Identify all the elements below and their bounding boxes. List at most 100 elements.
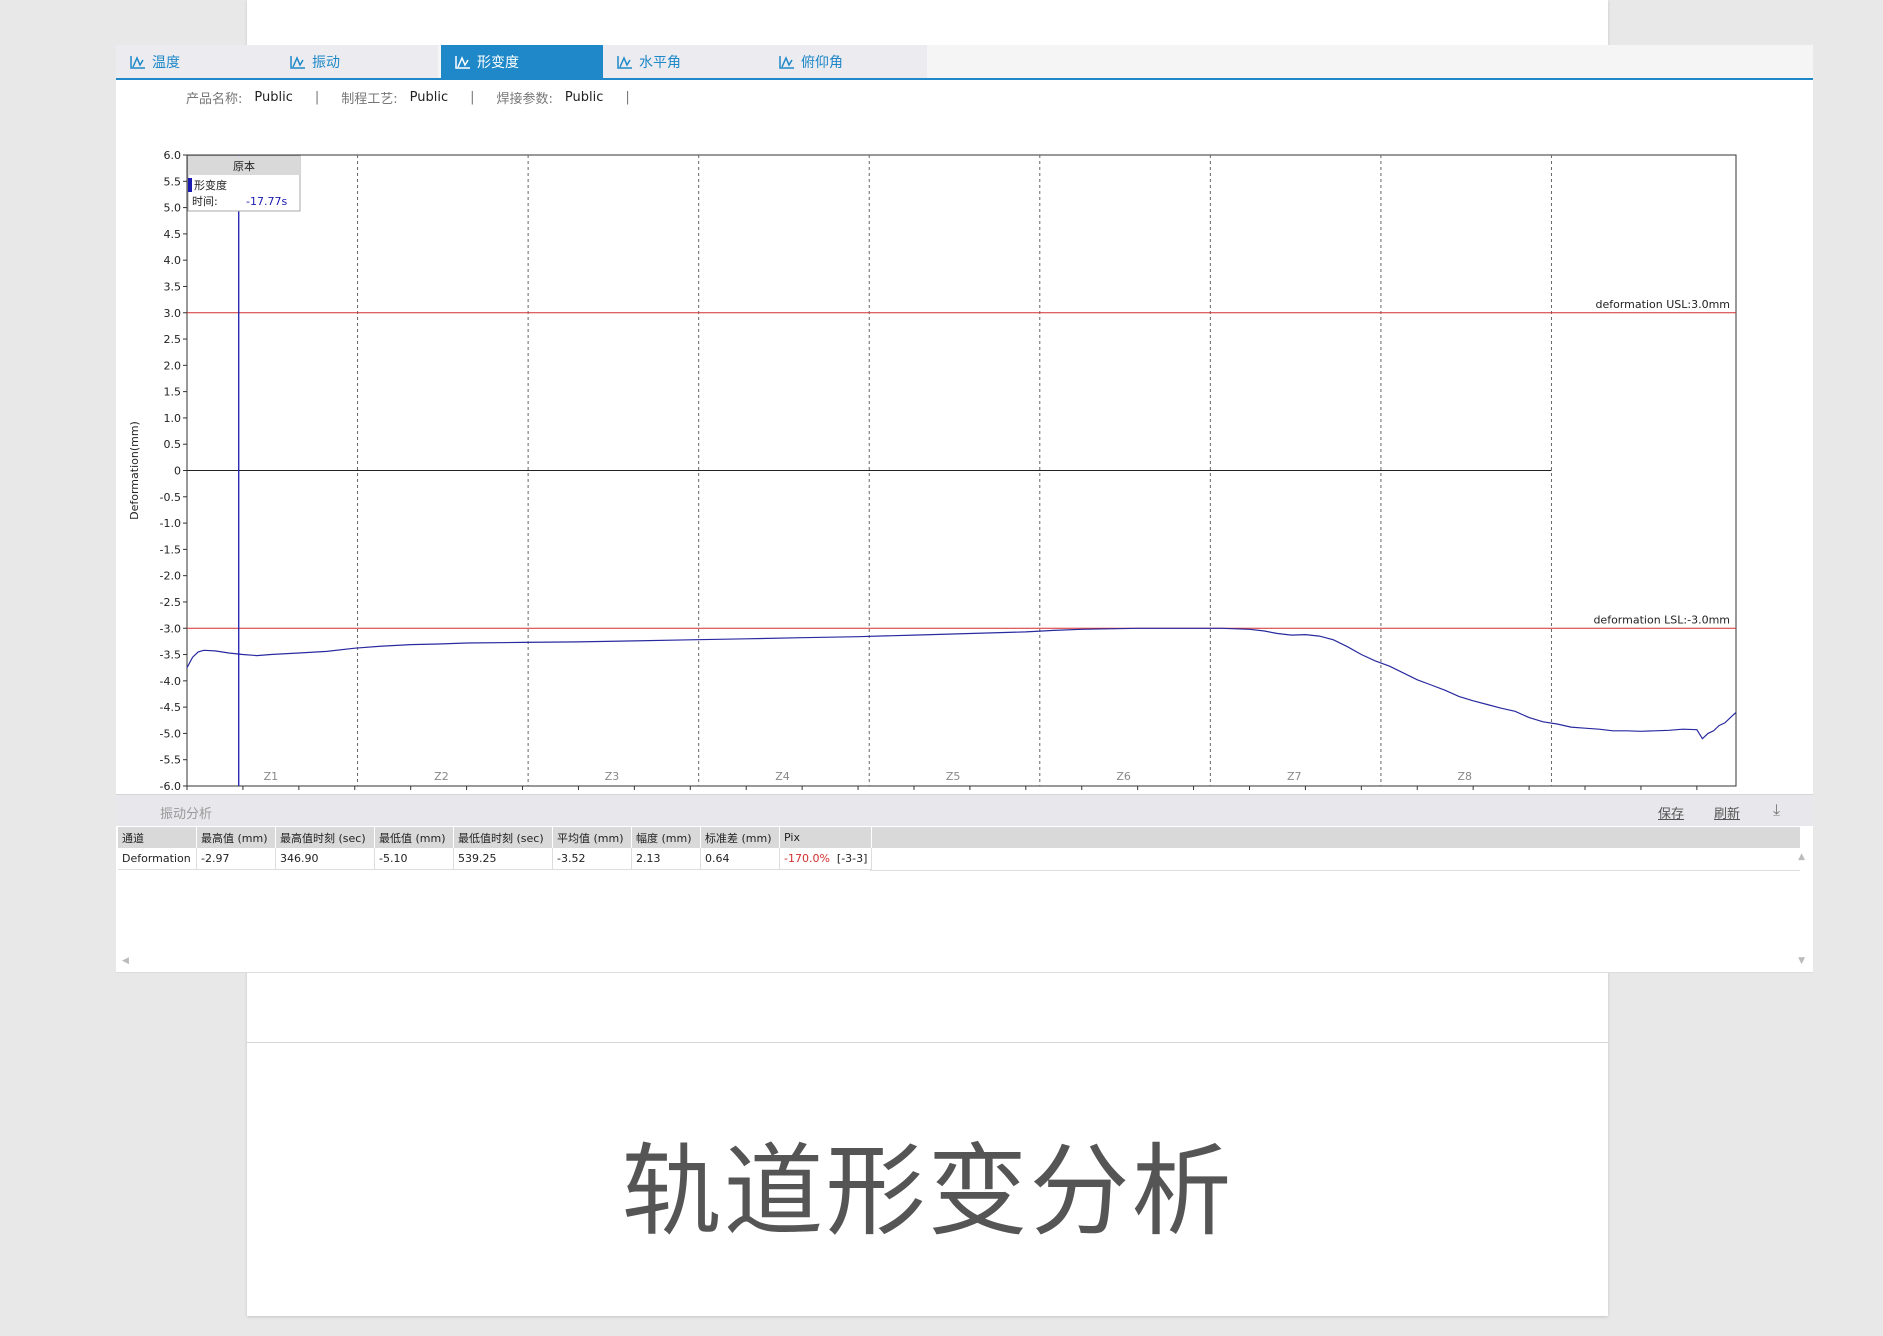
y-tick-label: 0.5 <box>164 438 182 451</box>
refresh-button[interactable]: 刷新 <box>1714 803 1740 822</box>
y-tick-label: 3.0 <box>164 307 182 320</box>
deformation-app-window: 温度 振动 形变度 水平角 俯仰角 产品名称: Public | 制程工艺: P… <box>116 45 1813 973</box>
weld-param-label: 焊接参数: <box>496 91 553 107</box>
y-tick-label: -4.0 <box>160 675 181 688</box>
y-tick-label: 1.0 <box>164 412 182 425</box>
tab-vibration[interactable]: 振动 <box>276 45 438 78</box>
column-header[interactable]: 最低值 (mm) <box>374 827 454 848</box>
zone-label: Z3 <box>605 770 620 783</box>
cell-amp: 2.13 <box>631 848 701 870</box>
product-info-bar: 产品名称: Public | 制程工艺: Public | 焊接参数: Publ… <box>186 87 652 107</box>
y-tick-label: -5.0 <box>160 727 181 740</box>
zone-label: Z2 <box>434 770 449 783</box>
product-name-label: 产品名称: <box>186 91 243 107</box>
zone-label: Z6 <box>1116 770 1131 783</box>
pix-percent: -170.0% <box>784 852 830 865</box>
zone-label: Z4 <box>775 770 790 783</box>
y-tick-label: 1.5 <box>164 386 182 399</box>
weld-param-value: Public <box>564 89 604 105</box>
y-tick-label: -5.5 <box>160 754 181 767</box>
trend-chart-icon <box>617 55 632 69</box>
tab-pitch-angle[interactable]: 俯仰角 <box>765 45 927 78</box>
zone-label: Z8 <box>1458 770 1473 783</box>
cell-pix: -170.0% [-3-3] <box>779 848 873 870</box>
zone-label: Z7 <box>1287 770 1302 783</box>
column-header[interactable]: 标准差 (mm) <box>700 827 780 848</box>
info-separator: | <box>625 89 630 105</box>
column-header[interactable]: 通道 <box>118 827 197 848</box>
y-tick-label: 0 <box>174 465 181 478</box>
scroll-down-icon[interactable]: ▼ <box>1798 956 1805 966</box>
y-tick-label: 6.0 <box>164 149 182 162</box>
scroll-left-icon[interactable]: ◀ <box>122 956 129 966</box>
tab-label: 俯仰角 <box>801 54 843 71</box>
y-tick-label: 3.5 <box>164 280 182 293</box>
tab-deformation[interactable]: 形变度 <box>441 45 603 78</box>
y-tick-label: 4.5 <box>164 228 182 241</box>
tab-label: 形变度 <box>477 54 519 71</box>
deformation-chart[interactable]: Z1 Z2 Z3 Z4 Z5 Z6 Z7 Z8 deformation USL:3.0mm def… <box>116 110 1813 819</box>
tab-label: 温度 <box>152 54 180 71</box>
y-tick-label: 2.0 <box>164 359 182 372</box>
trend-chart-icon <box>455 55 470 69</box>
limit-label: deformation LSL:-3.0mm <box>1593 613 1730 626</box>
page-divider <box>247 1042 1608 1043</box>
legend-header: 原本 <box>233 159 255 173</box>
y-tick-label: 5.0 <box>164 202 182 215</box>
y-tick-label: -3.5 <box>160 649 181 662</box>
column-header[interactable]: 最低值时刻 (sec) <box>453 827 553 848</box>
header-filler <box>870 827 1800 848</box>
y-tick-label: 5.5 <box>164 175 182 188</box>
stats-table: 通道 最高值 (mm) 最高值时刻 (sec) 最低值 (mm) 最低值时刻 (… <box>118 827 873 870</box>
save-button[interactable]: 保存 <box>1658 803 1684 822</box>
pin-down-icon[interactable]: ⤓ <box>1773 800 1780 820</box>
cell-avg: -3.52 <box>552 848 632 870</box>
y-tick-label: -6.0 <box>160 780 181 793</box>
column-header[interactable]: 平均值 (mm) <box>552 827 632 848</box>
limit-label: deformation USL:3.0mm <box>1596 298 1731 311</box>
legend-series-name: 形变度 <box>194 178 227 192</box>
pix-range: [-3-3] <box>836 852 868 865</box>
column-header[interactable]: Pix <box>779 827 873 848</box>
cell-max: -2.97 <box>196 848 276 870</box>
trend-chart-icon <box>290 55 305 69</box>
y-axis-label: Deformation(mm) <box>128 421 141 520</box>
y-tick-label: -4.5 <box>160 701 181 714</box>
trend-chart-icon <box>779 55 794 69</box>
cell-channel: Deformation <box>118 848 197 870</box>
cell-min: -5.10 <box>374 848 454 870</box>
column-header[interactable]: 幅度 (mm) <box>631 827 701 848</box>
cell-min-time: 539.25 <box>453 848 553 870</box>
zone-label: Z5 <box>946 770 961 783</box>
process-label: 制程工艺: <box>341 91 398 107</box>
page-caption: 轨道形变分析 <box>621 1133 1234 1250</box>
legend-time-label: 时间: <box>192 195 218 208</box>
cell-std: 0.64 <box>700 848 780 870</box>
process-value: Public <box>409 89 449 105</box>
info-separator: | <box>470 89 475 105</box>
legend-color-swatch <box>188 178 192 192</box>
product-name-value: Public <box>254 89 293 105</box>
stats-grid: 通道 最高值 (mm) 最高值时刻 (sec) 最低值 (mm) 最低值时刻 (… <box>116 826 1813 973</box>
chart-svg: Z1 Z2 Z3 Z4 Z5 Z6 Z7 Z8 deformation USL:3.0mm def… <box>128 149 1737 819</box>
tab-label: 水平角 <box>639 54 681 71</box>
column-header[interactable]: 最高值 (mm) <box>196 827 276 848</box>
column-header[interactable]: 最高值时刻 (sec) <box>275 827 375 848</box>
tab-horizontal-angle[interactable]: 水平角 <box>603 45 765 78</box>
cell-max-time: 346.90 <box>275 848 375 870</box>
y-tick-label: -2.0 <box>160 570 181 583</box>
table-row[interactable]: Deformation -2.97 346.90 -5.10 539.25 -3… <box>118 848 873 870</box>
y-tick-label: -3.0 <box>160 622 181 635</box>
y-tick-label: -1.0 <box>160 517 181 530</box>
y-tick-label: 2.5 <box>164 333 182 346</box>
trend-chart-icon <box>130 55 145 69</box>
analysis-toolbar: 振动分析 保存 刷新 ⤓ <box>116 794 1813 827</box>
y-tick-label: 4.0 <box>164 254 182 267</box>
legend-time-value: -17.77s <box>246 195 287 208</box>
y-tick-label: -1.5 <box>160 543 181 556</box>
scroll-up-icon[interactable]: ▲ <box>1798 852 1805 862</box>
tab-temperature[interactable]: 温度 <box>116 45 276 78</box>
tab-bar: 温度 振动 形变度 水平角 俯仰角 <box>116 45 1813 80</box>
analysis-title: 振动分析 <box>160 807 213 822</box>
tab-label: 振动 <box>312 54 340 71</box>
